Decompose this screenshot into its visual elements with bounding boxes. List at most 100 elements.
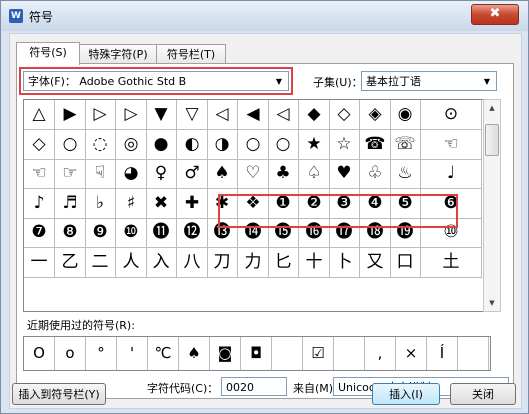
recent-symbol-cell[interactable]: ℃ — [148, 337, 179, 370]
symbol-cell[interactable]: ▶ — [55, 100, 86, 130]
symbol-cell[interactable]: ❽ — [55, 218, 86, 248]
symbol-cell[interactable]: 卜 — [329, 248, 360, 278]
symbol-cell[interactable]: 入 — [146, 248, 177, 278]
symbol-cell[interactable]: ◐ — [177, 130, 208, 160]
symbol-cell[interactable]: ♂ — [177, 159, 208, 189]
recent-symbol-cell[interactable]: ☑ — [303, 337, 334, 370]
symbol-cell[interactable]: ◁ — [207, 100, 238, 130]
symbol-cell[interactable]: ◁ — [268, 100, 299, 130]
symbol-cell[interactable]: ◌ — [85, 130, 116, 160]
symbol-cell[interactable]: ♀ — [146, 159, 177, 189]
subset-select[interactable]: 基本拉丁语 ▼ — [361, 71, 497, 91]
recent-symbol-cell[interactable] — [272, 337, 303, 370]
symbol-cell[interactable]: ⊙ — [421, 100, 482, 130]
title-bar[interactable]: W 符号 ✖ — [1, 1, 528, 31]
recent-symbol-cell[interactable]: Í — [427, 337, 458, 370]
symbol-cell[interactable]: 口 — [390, 248, 421, 278]
symbol-cell[interactable]: ○ — [55, 130, 86, 160]
symbol-cell[interactable]: 人 — [116, 248, 147, 278]
symbol-cell[interactable]: ★ — [299, 130, 330, 160]
symbol-cell[interactable]: 力 — [238, 248, 269, 278]
symbol-cell[interactable]: ♪ — [24, 189, 55, 219]
symbol-cell[interactable]: ▽ — [177, 100, 208, 130]
char-code-input[interactable]: 0020 — [221, 377, 287, 396]
symbol-cell[interactable]: ◀ — [238, 100, 269, 130]
symbol-cell[interactable]: ♥ — [329, 159, 360, 189]
symbol-cell[interactable]: ○ — [238, 130, 269, 160]
symbol-cell[interactable]: ☎ — [360, 130, 391, 160]
recent-symbol-cell[interactable]: , — [365, 337, 396, 370]
tab-symbol-bar[interactable]: 符号栏(T) — [156, 44, 226, 64]
symbol-cell[interactable]: ◈ — [360, 100, 391, 130]
tab-symbols[interactable]: 符号(S) — [16, 42, 80, 65]
symbol-cell[interactable]: 乙 — [55, 248, 86, 278]
symbol-cell[interactable]: ✚ — [177, 189, 208, 219]
symbol-cell[interactable]: ◇ — [329, 100, 360, 130]
symbols-panel: 字体(F)： Adobe Gothic Std B ▼ 子集(U)： 基本拉丁语… — [16, 63, 514, 399]
recent-symbol-cell[interactable]: ♠ — [179, 337, 210, 370]
recent-symbol-cell[interactable] — [458, 337, 489, 370]
symbol-cell[interactable]: ♠ — [207, 159, 238, 189]
symbol-cell[interactable]: ◕ — [116, 159, 147, 189]
symbol-cell[interactable]: 二 — [85, 248, 116, 278]
subset-label: 子集(U)： — [313, 76, 363, 89]
symbol-cell[interactable]: ♤ — [299, 159, 330, 189]
symbol-cell[interactable]: ♡ — [238, 159, 269, 189]
symbol-cell[interactable]: 刀 — [207, 248, 238, 278]
symbol-cell[interactable]: ❾ — [85, 218, 116, 248]
recent-symbol-cell[interactable]: O — [24, 337, 55, 370]
scroll-down-icon[interactable]: ▼ — [484, 295, 500, 311]
symbol-cell[interactable]: ▼ — [146, 100, 177, 130]
symbol-cell[interactable]: ☟ — [85, 159, 116, 189]
symbol-cell[interactable]: ♭ — [85, 189, 116, 219]
symbol-cell[interactable]: ♣ — [268, 159, 299, 189]
symbol-cell[interactable]: ▷ — [85, 100, 116, 130]
symbol-cell[interactable]: ☏ — [390, 130, 421, 160]
insert-button[interactable]: 插入(I) — [372, 383, 440, 405]
scroll-up-icon[interactable]: ▲ — [484, 100, 500, 116]
symbol-cell[interactable]: ◑ — [207, 130, 238, 160]
symbol-cell[interactable]: △ — [24, 100, 55, 130]
symbol-cell[interactable]: ● — [146, 130, 177, 160]
grid-scrollbar[interactable]: ▲ ▼ — [483, 99, 501, 312]
symbol-cell[interactable]: 土 — [421, 248, 482, 278]
close-window-button[interactable]: ✖ — [471, 4, 519, 25]
symbol-cell[interactable]: ❼ — [24, 218, 55, 248]
symbol-cell[interactable]: ♧ — [360, 159, 391, 189]
recent-symbol-cell[interactable]: ◘ — [241, 337, 272, 370]
symbol-cell[interactable]: 一 — [24, 248, 55, 278]
symbol-cell[interactable]: ⓫ — [146, 218, 177, 248]
symbol-cell[interactable]: ▷ — [116, 100, 147, 130]
recent-symbols[interactable]: Oo ° ' ℃ ♠ ◙ ◘ ☑, × Í — [23, 336, 491, 371]
symbol-cell[interactable]: 匕 — [268, 248, 299, 278]
symbol-cell[interactable]: ♬ — [55, 189, 86, 219]
tab-special-characters[interactable]: 特殊字符(P) — [78, 44, 158, 64]
recent-symbol-cell[interactable]: × — [396, 337, 427, 370]
recent-symbol-cell[interactable]: ° — [86, 337, 117, 370]
symbol-cell[interactable]: ♨ — [390, 159, 421, 189]
symbol-cell[interactable]: ○ — [268, 130, 299, 160]
symbol-cell[interactable]: ♩ — [421, 159, 482, 189]
recent-symbol-cell[interactable]: o — [55, 337, 86, 370]
recent-symbol-cell[interactable]: ◙ — [210, 337, 241, 370]
symbol-cell[interactable]: 又 — [360, 248, 391, 278]
close-button[interactable]: 关闭 — [450, 383, 516, 405]
symbol-cell[interactable]: 十 — [299, 248, 330, 278]
symbol-cell[interactable]: ⓬ — [177, 218, 208, 248]
recent-symbol-cell[interactable] — [334, 337, 365, 370]
symbol-cell[interactable]: ◎ — [116, 130, 147, 160]
symbol-cell[interactable]: ☜ — [421, 130, 482, 160]
symbol-cell[interactable]: ◉ — [390, 100, 421, 130]
symbol-cell[interactable]: ◆ — [299, 100, 330, 130]
symbol-cell[interactable]: 八 — [177, 248, 208, 278]
symbol-cell[interactable]: ☜ — [24, 159, 55, 189]
scroll-thumb[interactable] — [485, 124, 499, 156]
symbol-cell[interactable]: ❿ — [116, 218, 147, 248]
recent-symbol-cell[interactable]: ' — [117, 337, 148, 370]
symbol-cell[interactable]: ✖ — [146, 189, 177, 219]
symbol-cell[interactable]: ☞ — [55, 159, 86, 189]
symbol-cell[interactable]: ☆ — [329, 130, 360, 160]
symbol-cell[interactable]: ♯ — [116, 189, 147, 219]
insert-to-symbol-bar-button[interactable]: 插入到符号栏(Y) — [12, 383, 106, 405]
symbol-cell[interactable]: ◇ — [24, 130, 55, 160]
